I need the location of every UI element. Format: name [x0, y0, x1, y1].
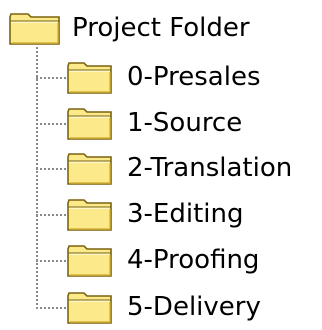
tree-item-1-source[interactable]: 1-Source: [66, 105, 242, 141]
folder-icon: [9, 13, 60, 45]
folder-icon: [67, 153, 112, 185]
tree-connector: [36, 168, 66, 170]
tree-item-label: 4-Proofing: [127, 245, 260, 275]
tree-root-project-folder[interactable]: Project Folder: [8, 10, 250, 46]
tree-item-label: 0-Presales: [127, 62, 261, 92]
tree-item-label: 5-Delivery: [127, 292, 261, 322]
folder-icon: [67, 292, 112, 324]
tree-item-0-presales[interactable]: 0-Presales: [66, 59, 261, 95]
tree-connector: [36, 260, 66, 262]
folder-icon: [67, 245, 112, 277]
tree-item-label: 3-Editing: [127, 199, 244, 229]
folder-tree: Project Folder 0-Presales 1-Source 2-Tra…: [0, 0, 322, 330]
tree-root-label: Project Folder: [72, 13, 250, 43]
folder-icon: [67, 108, 112, 140]
tree-connector: [36, 123, 66, 125]
folder-icon: [67, 199, 112, 231]
tree-item-5-delivery[interactable]: 5-Delivery: [66, 289, 261, 325]
tree-connector: [36, 214, 66, 216]
tree-item-4-proofing[interactable]: 4-Proofing: [66, 242, 259, 278]
tree-connector-vertical: [36, 42, 38, 309]
tree-connector: [36, 307, 66, 309]
folder-icon: [67, 62, 112, 94]
tree-connector: [36, 77, 66, 79]
tree-item-3-editing[interactable]: 3-Editing: [66, 196, 243, 232]
tree-item-label: 2-Translation: [127, 153, 293, 183]
tree-item-2-translation[interactable]: 2-Translation: [66, 150, 292, 186]
tree-item-label: 1-Source: [127, 108, 243, 138]
